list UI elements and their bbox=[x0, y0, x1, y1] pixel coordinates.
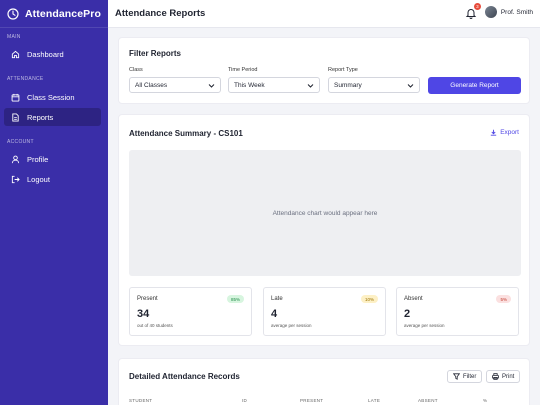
sidebar-item-dashboard[interactable]: Dashboard bbox=[4, 45, 101, 63]
section-attendance-label: ATTENDANCE bbox=[7, 76, 44, 82]
filter-title: Filter Reports bbox=[129, 49, 182, 58]
filter-panel: Filter Reports Class All Classes Time Pe… bbox=[118, 37, 530, 104]
stat-subtext: average per session bbox=[404, 323, 445, 328]
notification-badge: 3 bbox=[473, 3, 481, 10]
column-header-student[interactable]: STUDENT bbox=[129, 398, 152, 403]
column-header-late[interactable]: LATE bbox=[368, 398, 380, 403]
home-icon bbox=[11, 50, 20, 58]
user-name: Prof. Smith bbox=[500, 8, 533, 16]
chart-placeholder-text: Attendance chart would appear here bbox=[272, 209, 378, 217]
column-header-absent[interactable]: ABSENT bbox=[418, 398, 438, 403]
summary-title: Attendance Summary - CS101 bbox=[129, 129, 243, 138]
stat-label: Absent bbox=[404, 296, 423, 302]
sidebar-item-label: Reports bbox=[27, 112, 54, 122]
stat-value: 4 bbox=[271, 308, 278, 320]
sidebar: AttendancePro MAIN Dashboard ATTENDANCE … bbox=[0, 0, 108, 405]
clock-icon bbox=[7, 7, 19, 20]
export-button[interactable]: Export bbox=[490, 129, 519, 136]
download-icon bbox=[491, 129, 497, 136]
column-header-id[interactable]: ID bbox=[242, 398, 247, 403]
chevron-down-icon bbox=[208, 84, 215, 88]
records-panel: Detailed Attendance Records Filter Print… bbox=[118, 358, 530, 405]
period-select[interactable]: This Week bbox=[228, 77, 320, 93]
period-select-value: This Week bbox=[234, 81, 265, 89]
type-select-value: Summary bbox=[334, 81, 362, 89]
user-icon bbox=[11, 155, 20, 163]
records-title: Detailed Attendance Records bbox=[129, 372, 240, 381]
print-button[interactable]: Print bbox=[486, 370, 521, 383]
stat-label: Late bbox=[271, 296, 283, 302]
sidebar-item-class-session[interactable]: Class Session bbox=[4, 88, 101, 106]
generate-report-button[interactable]: Generate Report bbox=[428, 77, 521, 94]
type-select[interactable]: Summary bbox=[328, 77, 420, 93]
filter-icon bbox=[453, 373, 460, 380]
column-header-present[interactable]: PRESENT bbox=[300, 398, 323, 403]
user-menu[interactable]: Prof. Smith bbox=[484, 6, 533, 18]
printer-icon bbox=[492, 373, 499, 380]
sidebar-item-logout[interactable]: Logout bbox=[4, 170, 101, 188]
stat-card-present: Present 85% 34 out of 40 students bbox=[129, 287, 252, 336]
chevron-down-icon bbox=[407, 84, 414, 88]
sidebar-item-profile[interactable]: Profile bbox=[4, 150, 101, 168]
section-main-label: MAIN bbox=[7, 34, 21, 40]
section-account-label: ACCOUNT bbox=[7, 139, 34, 145]
summary-panel: Attendance Summary - CS101 Export Attend… bbox=[118, 114, 530, 346]
stat-card-late: Late 10% 4 average per session bbox=[263, 287, 386, 336]
sidebar-item-reports[interactable]: Reports bbox=[4, 108, 101, 126]
filter-button[interactable]: Filter bbox=[447, 370, 483, 383]
status-badge: 5% bbox=[496, 295, 511, 303]
sidebar-item-label: Logout bbox=[27, 174, 50, 184]
stat-value: 2 bbox=[404, 308, 411, 320]
sidebar-item-label: Dashboard bbox=[27, 49, 64, 59]
stat-value: 34 bbox=[137, 308, 150, 320]
sidebar-item-label: Profile bbox=[27, 154, 49, 164]
print-button-label: Print bbox=[502, 373, 515, 380]
type-label: Report Type bbox=[328, 67, 358, 73]
brand[interactable]: AttendancePro bbox=[0, 0, 108, 28]
period-label: Time Period bbox=[228, 67, 258, 73]
class-select[interactable]: All Classes bbox=[129, 77, 221, 93]
avatar bbox=[484, 6, 497, 18]
stat-subtext: out of 40 students bbox=[137, 323, 173, 328]
chevron-down-icon bbox=[307, 84, 314, 88]
notifications-button[interactable]: 3 bbox=[465, 3, 481, 19]
stat-subtext: average per session bbox=[271, 323, 312, 328]
stat-label: Present bbox=[137, 296, 158, 302]
status-badge: 85% bbox=[226, 295, 244, 303]
calendar-icon bbox=[11, 93, 20, 102]
class-select-value: All Classes bbox=[135, 81, 168, 89]
document-icon bbox=[12, 112, 19, 122]
top-header: Attendance Reports 3 Prof. Smith bbox=[108, 0, 540, 28]
logout-icon bbox=[11, 175, 20, 183]
filter-button-label: Filter bbox=[463, 373, 477, 380]
page-title: Attendance Reports bbox=[115, 8, 206, 19]
sidebar-item-label: Class Session bbox=[27, 92, 75, 102]
chart-placeholder: Attendance chart would appear here bbox=[129, 150, 521, 276]
brand-name: AttendancePro bbox=[25, 7, 101, 20]
stat-card-absent: Absent 5% 2 average per session bbox=[396, 287, 519, 336]
class-label: Class bbox=[129, 67, 143, 73]
status-badge: 10% bbox=[360, 295, 378, 303]
export-label: Export bbox=[500, 129, 519, 136]
column-header-percent[interactable]: % bbox=[483, 398, 487, 403]
